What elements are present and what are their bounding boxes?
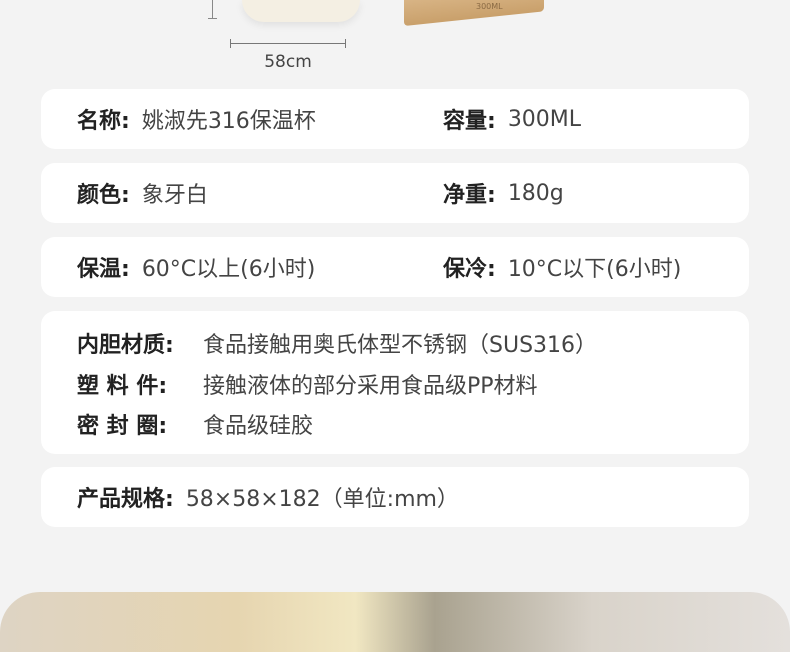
spec-weight: 净重: 180g: [443, 163, 564, 223]
cup-illustration: [242, 0, 360, 22]
width-dimension-end-left: [230, 39, 231, 48]
spec-key: 容量:: [443, 109, 496, 134]
material-row-plastic: 塑 料 件: 接触液体的部分采用食品级PP材料: [77, 368, 538, 400]
width-dimension-end-right: [345, 39, 346, 48]
spec-key: 净重:: [443, 183, 496, 208]
spec-color: 颜色: 象牙白: [77, 163, 208, 223]
spec-card-name: 名称: 姚淑先316保温杯 容量: 300ML: [41, 89, 749, 149]
spec-key: 名称:: [77, 109, 130, 134]
spec-value: 58×58×182（单位:mm）: [185, 487, 459, 512]
spec-key: 保冷:: [443, 257, 496, 282]
spec-size: 产品规格: 58×58×182（单位:mm）: [77, 467, 459, 527]
material-row-seal: 密 封 圈: 食品级硅胶: [77, 408, 313, 440]
spec-key: 保温:: [77, 257, 130, 282]
spec-value: 姚淑先316保温杯: [141, 109, 316, 134]
spec-heat-retention: 保温: 60°C以上(6小时): [77, 237, 315, 297]
material-value: 食品级硅胶: [203, 414, 314, 439]
spec-value: 180g: [507, 180, 564, 206]
height-dimension-end: [208, 18, 217, 19]
spec-value: 象牙白: [141, 183, 208, 208]
material-key: 密 封 圈:: [77, 414, 168, 439]
material-value: 接触液体的部分采用食品级PP材料: [203, 374, 538, 399]
width-dimension-label: 58cm: [264, 52, 312, 72]
width-dimension-line: [230, 43, 346, 44]
spec-value: 60°C以上(6小时): [141, 257, 316, 282]
spec-capacity: 容量: 300ML: [443, 89, 581, 149]
spec-value: 300ML: [507, 106, 582, 132]
spec-key: 产品规格:: [77, 487, 174, 512]
spec-value: 10°C以下(6小时): [507, 257, 682, 282]
spec-cold-retention: 保冷: 10°C以下(6小时): [443, 237, 681, 297]
spec-card-size: 产品规格: 58×58×182（单位:mm）: [41, 467, 749, 527]
product-image-top: 300ML 58cm: [0, 0, 790, 88]
material-row-liner: 内胆材质: 食品接触用奥氏体型不锈钢（SUS316）: [77, 327, 597, 359]
spec-name: 名称: 姚淑先316保温杯: [77, 89, 316, 149]
height-dimension-line: [212, 0, 213, 18]
packaging-box-illustration: [404, 0, 544, 26]
material-key: 内胆材质:: [77, 333, 174, 358]
material-key: 塑 料 件:: [77, 374, 168, 399]
spec-card-color: 颜色: 象牙白 净重: 180g: [41, 163, 749, 223]
lifestyle-photo-preview: [0, 592, 790, 652]
spec-card-materials: 内胆材质: 食品接触用奥氏体型不锈钢（SUS316） 塑 料 件: 接触液体的部…: [41, 311, 749, 454]
material-value: 食品接触用奥氏体型不锈钢（SUS316）: [203, 333, 598, 358]
spec-key: 颜色:: [77, 183, 130, 208]
spec-card-temperature: 保温: 60°C以上(6小时) 保冷: 10°C以下(6小时): [41, 237, 749, 297]
box-label: 300ML: [476, 2, 503, 11]
